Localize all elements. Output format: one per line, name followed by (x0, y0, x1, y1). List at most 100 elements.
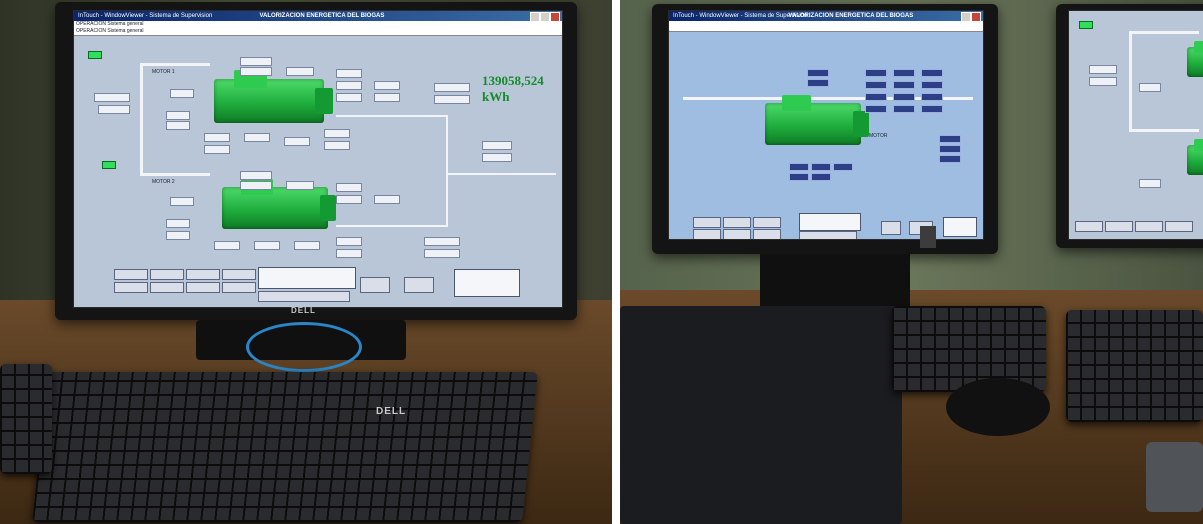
scada-screen-partial (1068, 10, 1203, 240)
keyboard-brand-logo: DELL (376, 406, 407, 417)
scada-screen-left: InTouch - WindowViewer - Sistema de Supe… (73, 10, 563, 308)
value-field (374, 195, 400, 204)
pipe (446, 173, 556, 175)
keyboard-left (32, 372, 538, 522)
value-field (807, 79, 829, 87)
status-indicator (1079, 21, 1093, 29)
window-title: InTouch - WindowViewer - Sistema de Supe… (673, 13, 808, 19)
logo-panel (454, 269, 520, 297)
value-field (939, 145, 961, 153)
value-field (94, 93, 130, 102)
phone (1146, 442, 1203, 512)
status-indicator (88, 51, 102, 59)
pipe (446, 115, 448, 225)
generator-2[interactable] (222, 178, 337, 229)
value-field (166, 121, 190, 130)
generator-2-label: MOTOR 2 (152, 179, 175, 185)
value-field (434, 83, 470, 92)
value-field (240, 67, 272, 76)
left-photo: InTouch - WindowViewer - Sistema de Supe… (0, 0, 612, 524)
monitor-left: InTouch - WindowViewer - Sistema de Supe… (55, 2, 577, 320)
value-field (807, 69, 829, 77)
value-field (921, 69, 943, 77)
value-field (1139, 83, 1161, 92)
screen-heading: VALORIZACION ENERGETICA DEL BIOGAS (259, 13, 385, 19)
value-field (324, 141, 350, 150)
value-field (170, 197, 194, 206)
value-field (424, 249, 460, 258)
generator-1[interactable] (214, 70, 333, 123)
value-field (1139, 179, 1161, 188)
action-button[interactable] (360, 277, 390, 293)
pipe (140, 63, 143, 175)
value-field (811, 163, 831, 171)
nav-button[interactable] (693, 229, 721, 239)
value-field (254, 241, 280, 250)
status-panel (258, 267, 356, 289)
nav-button[interactable] (1165, 221, 1193, 232)
value-field (374, 81, 400, 90)
nav-button[interactable] (150, 282, 184, 293)
generator[interactable] (1187, 139, 1203, 175)
monitor-brand-logo: DELL (291, 306, 316, 315)
value-field (214, 241, 240, 250)
nav-button[interactable] (753, 217, 781, 228)
alarm-bar (669, 21, 983, 32)
nav-button[interactable] (1105, 221, 1133, 232)
generator[interactable] (765, 94, 869, 145)
nav-button[interactable] (799, 231, 857, 239)
nav-button[interactable] (186, 269, 220, 280)
nav-button[interactable] (693, 217, 721, 228)
value-field (921, 93, 943, 101)
status-indicator (102, 161, 116, 169)
value-field (811, 173, 831, 181)
value-field (336, 93, 362, 102)
monitor-stand (760, 254, 910, 306)
nav-button[interactable] (186, 282, 220, 293)
screen-heading: VALORIZACION ENERGETICA DEL BIOGAS (788, 13, 914, 19)
value-field (336, 69, 362, 78)
keyboard-right (1066, 310, 1203, 422)
pipe (1129, 31, 1132, 131)
motor-label: MOTOR (869, 133, 888, 139)
value-field (939, 135, 961, 143)
value-field (166, 111, 190, 120)
logo-panel (943, 217, 977, 237)
value-field (865, 93, 887, 101)
nav-button[interactable] (222, 269, 256, 280)
monitor-right (1056, 4, 1203, 248)
value-field (240, 171, 272, 180)
nav-button[interactable] (723, 229, 751, 239)
value-field (434, 95, 470, 104)
window-title: InTouch - WindowViewer - Sistema de Supe… (78, 13, 213, 19)
value-field (865, 69, 887, 77)
nav-button[interactable] (723, 217, 751, 228)
nav-button[interactable] (258, 291, 350, 302)
nav-button[interactable] (1075, 221, 1103, 232)
nav-button[interactable] (150, 269, 184, 280)
nav-button[interactable] (114, 282, 148, 293)
pipe (1129, 129, 1199, 132)
nav-button[interactable] (753, 229, 781, 239)
scada-screen-right: InTouch - WindowViewer - Sistema de Supe… (668, 10, 984, 240)
value-field (204, 133, 230, 142)
value-field (893, 105, 915, 113)
keyboard-cover (620, 306, 902, 524)
nav-button[interactable] (222, 282, 256, 293)
nav-button[interactable] (1135, 221, 1163, 232)
status-panel (799, 213, 861, 231)
pipe (1129, 31, 1199, 34)
value-field (286, 67, 314, 76)
value-field (833, 163, 853, 171)
generator[interactable] (1187, 41, 1203, 77)
value-field (865, 81, 887, 89)
value-field (482, 141, 512, 150)
value-field (324, 129, 350, 138)
nav-button[interactable] (114, 269, 148, 280)
alarm-bar: OPERACION Sistema general OPERACION Sist… (74, 21, 562, 36)
value-field (424, 237, 460, 246)
value-field (336, 249, 362, 258)
value-field (166, 219, 190, 228)
action-button[interactable] (881, 221, 901, 235)
action-button[interactable] (404, 277, 434, 293)
